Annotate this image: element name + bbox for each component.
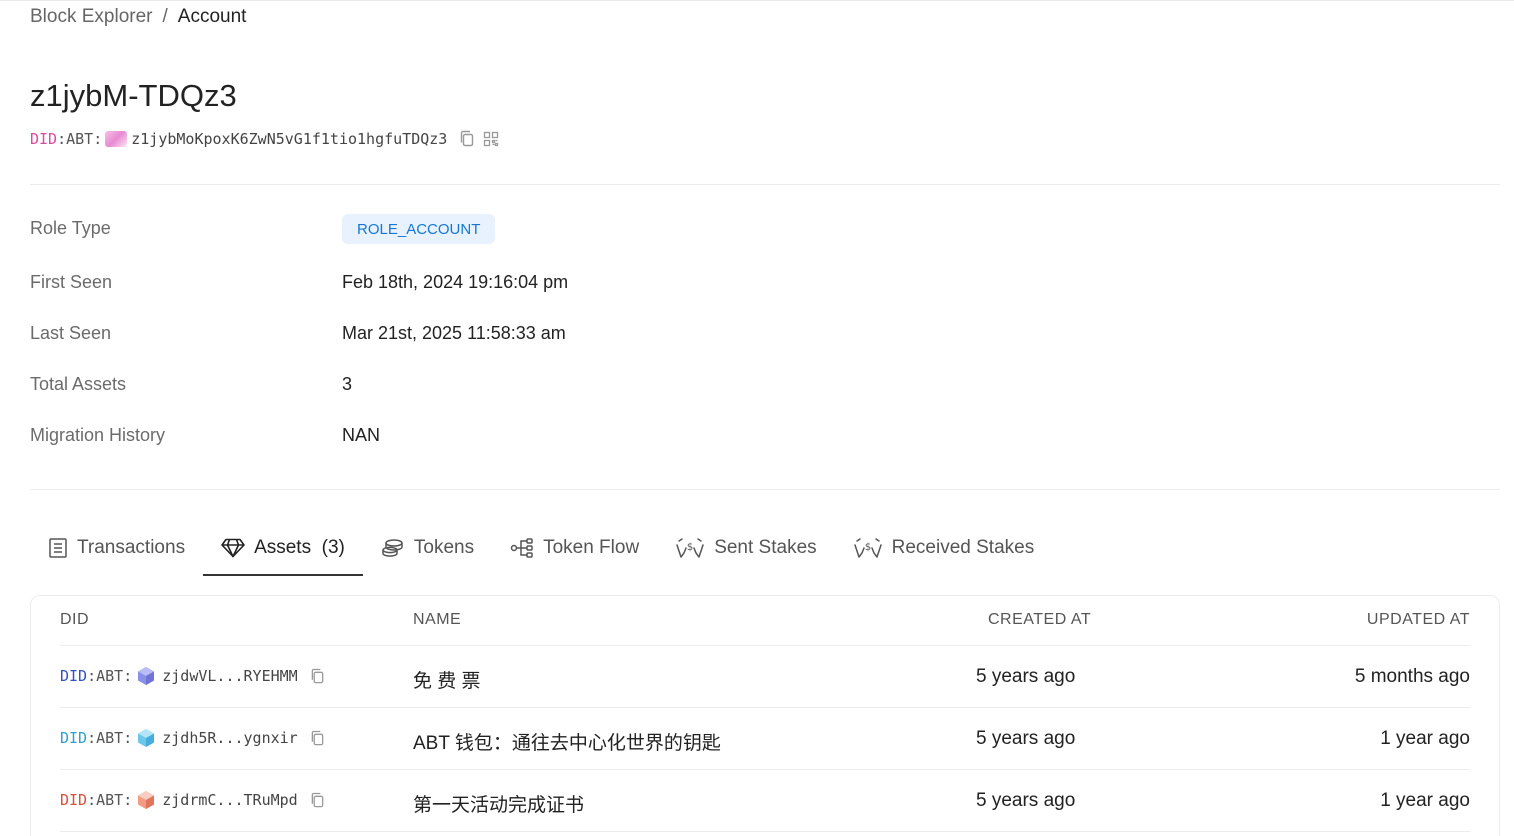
did-prefix: DID (60, 791, 88, 809)
asset-cube-icon (138, 667, 155, 685)
top-border (0, 0, 1514, 1)
column-header-updated-at: UPDATED AT (1366, 611, 1470, 628)
copy-icon[interactable] (459, 130, 475, 148)
asset-name[interactable]: 第一天活动完成证书 (413, 790, 584, 817)
tab-bar: Transactions Assets (3) Tokens Token Flo… (30, 520, 1052, 576)
asset-created-at: 5 years ago (976, 728, 1076, 749)
coins-icon (382, 539, 403, 557)
did-type: :ABT: (57, 130, 103, 148)
tab-token-flow[interactable]: Token Flow (492, 520, 657, 576)
tab-label: Transactions (77, 537, 186, 558)
last-seen-value: Mar 21st, 2025 11:58:33 am (342, 323, 566, 343)
stake-hands-icon: $ (853, 538, 882, 558)
copy-icon[interactable] (310, 668, 325, 685)
tab-label: Token Flow (543, 537, 640, 558)
migration-history-value: NAN (342, 425, 381, 445)
did-short: zjdrmC...TRuMpd (162, 791, 298, 809)
table-row-did[interactable]: DID :ABT: zjdrmC...TRuMpd (60, 790, 325, 810)
asset-created-at: 5 years ago (976, 666, 1076, 687)
asset-name[interactable]: 免 费 票 (413, 666, 481, 693)
asset-updated-at: 5 months ago (1354, 666, 1470, 687)
did-type: :ABT: (87, 667, 133, 685)
role-type-label: Role Type (30, 218, 111, 238)
did-address: z1jybMoKpoxK6ZwN5vG1f1tio1hgfuTDQz3 (131, 130, 448, 148)
account-did: DID :ABT: z1jybMoKpoxK6ZwN5vG1f1tio1hgfu… (30, 130, 499, 148)
copy-icon[interactable] (310, 792, 325, 809)
did-short: zjdh5R...ygnxir (162, 729, 298, 747)
qrcode-icon[interactable] (483, 131, 499, 147)
tab-sent-stakes[interactable]: $ Sent Stakes (657, 520, 834, 576)
diamond-icon (221, 538, 245, 558)
did-avatar (105, 131, 128, 147)
row-divider (60, 707, 1470, 708)
tab-label: Tokens (413, 537, 475, 558)
asset-updated-at: 1 year ago (1380, 728, 1470, 749)
tab-label: Sent Stakes (714, 537, 817, 558)
tab-label: Assets (3) (254, 537, 345, 558)
breadcrumb-current: Account (177, 6, 247, 27)
receipt-icon (49, 538, 67, 558)
total-assets-value: 3 (342, 374, 353, 394)
breadcrumb-separator: / (162, 6, 168, 27)
role-type-badge: ROLE_ACCOUNT (342, 214, 496, 244)
first-seen-label: First Seen (30, 272, 113, 292)
tab-tokens[interactable]: Tokens (363, 520, 492, 576)
did-short: zjdwVL...RYEHMM (162, 667, 298, 685)
breadcrumb: Block Explorer / Account (30, 6, 246, 28)
did-type: :ABT: (87, 791, 133, 809)
asset-updated-at: 1 year ago (1380, 790, 1470, 811)
table-row-did[interactable]: DID :ABT: zjdwVL...RYEHMM (60, 666, 325, 686)
breadcrumb-root-link[interactable]: Block Explorer (30, 6, 153, 28)
page-title: z1jybM-TDQz3 (30, 78, 237, 113)
tab-label: Received Stakes (891, 537, 1035, 558)
did-prefix: DID (60, 729, 88, 747)
svg-text:$: $ (864, 542, 870, 553)
asset-created-at: 5 years ago (976, 790, 1076, 811)
flow-icon (510, 538, 533, 558)
column-header-did: DID (60, 611, 90, 628)
tab-received-stakes[interactable]: $ Received Stakes (835, 520, 1053, 576)
section-divider (30, 184, 1500, 185)
did-prefix: DID (30, 130, 58, 148)
total-assets-label: Total Assets (30, 374, 127, 394)
tab-transactions[interactable]: Transactions (30, 520, 203, 576)
section-divider (30, 489, 1500, 490)
last-seen-label: Last Seen (30, 323, 112, 343)
did-prefix: DID (60, 667, 88, 685)
column-header-created-at: CREATED AT (988, 611, 1092, 628)
asset-cube-icon (138, 791, 155, 809)
asset-cube-icon (138, 729, 155, 747)
copy-icon[interactable] (310, 730, 325, 747)
did-type: :ABT: (87, 729, 133, 747)
tab-assets[interactable]: Assets (3) (203, 520, 363, 576)
table-row-did[interactable]: DID :ABT: zjdh5R...ygnxir (60, 728, 325, 748)
stake-hands-icon: $ (676, 538, 704, 558)
svg-text:$: $ (687, 542, 693, 553)
first-seen-value: Feb 18th, 2024 19:16:04 pm (342, 272, 569, 292)
row-divider (60, 769, 1470, 770)
asset-name[interactable]: ABT 钱包：通往去中心化世界的钥匙 (413, 728, 721, 755)
row-divider (60, 831, 1470, 832)
row-divider (60, 645, 1470, 646)
migration-history-label: Migration History (30, 425, 166, 445)
column-header-name: NAME (413, 611, 462, 628)
